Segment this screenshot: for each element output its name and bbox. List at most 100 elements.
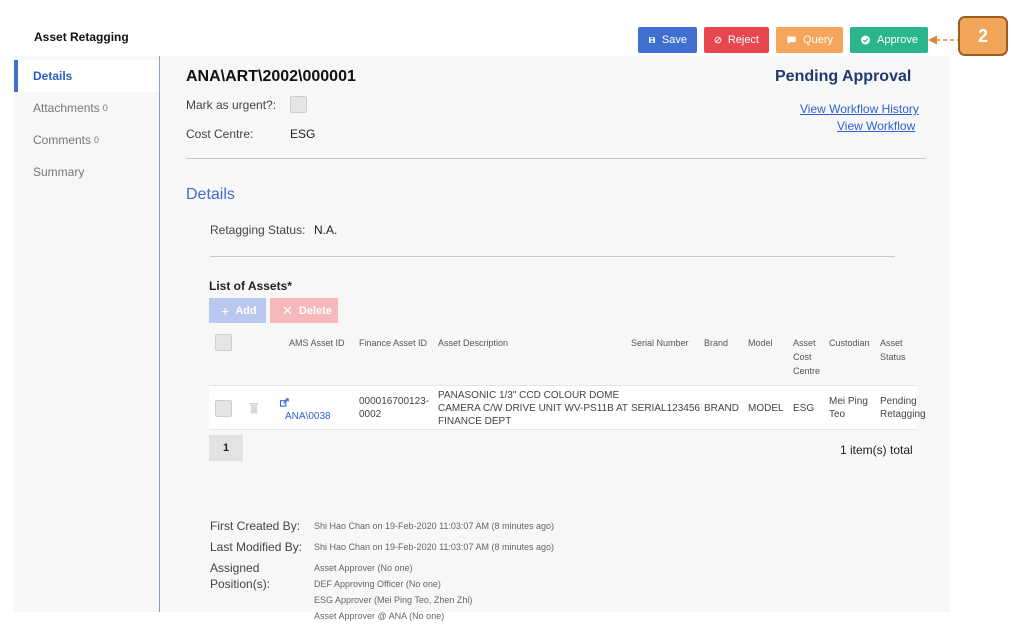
- sidebar-item-label: Details: [33, 69, 73, 83]
- reject-button-label: Reject: [727, 34, 759, 46]
- step-number: 2: [977, 25, 988, 46]
- sidebar-item-label: Summary: [33, 165, 85, 179]
- first-created-value: Shi Hao Chan on 19-Feb-2020 11:03:07 AM …: [314, 521, 554, 531]
- list-of-assets-title: List of Assets*: [209, 279, 292, 293]
- model-cell: MODEL: [748, 403, 784, 414]
- approve-button-label: Approve: [877, 34, 918, 46]
- column-header-line: Cost: [793, 352, 812, 362]
- top-bar: Asset Retagging Save Reject Query Approv…: [14, 20, 950, 56]
- finance-asset-id-cell: 000016700123- 0002: [359, 395, 429, 421]
- brand-cell: BRAND: [704, 403, 740, 414]
- column-header-ams-id[interactable]: AMS Asset ID: [289, 336, 345, 350]
- divider: [210, 256, 895, 257]
- pagination-page-1[interactable]: 1: [209, 435, 243, 461]
- column-header-line: Asset: [793, 338, 816, 348]
- delete-button-label: Delete: [298, 304, 332, 317]
- details-section-title: Details: [186, 186, 235, 203]
- add-asset-button[interactable]: + Add: [209, 298, 266, 323]
- reject-button[interactable]: Reject: [704, 27, 769, 53]
- main-content: ANA\ART\2002\000001 Pending Approval Vie…: [160, 56, 950, 621]
- view-workflow-link[interactable]: View Workflow: [837, 119, 915, 133]
- column-header-custodian[interactable]: Custodian: [829, 336, 870, 350]
- cell-line: Pending: [880, 396, 917, 407]
- status-badge: Pending Approval: [775, 68, 912, 85]
- cost-centre-cell: ESG: [793, 403, 815, 414]
- column-header-status[interactable]: Asset Status: [880, 336, 906, 364]
- retagging-status-value: N.A.: [314, 223, 338, 237]
- save-button[interactable]: Save: [638, 27, 697, 53]
- sidebar-item-comments[interactable]: Comments 0: [14, 124, 159, 156]
- page-title: ANA\ART\2002\000001: [186, 68, 356, 85]
- cost-centre-label: Cost Centre:: [186, 127, 254, 141]
- cell-line: CAMERA C/W DRIVE UNIT WV-PS11B AT: [438, 403, 629, 414]
- query-button-label: Query: [803, 34, 833, 46]
- assigned-positions-label: Assigned Position(s):: [210, 560, 270, 592]
- assigned-position-item: ESG Approver (Mei Ping Teo, Zhen Zhi): [314, 595, 473, 605]
- last-modified-label: Last Modified By:: [210, 540, 303, 554]
- step-callout: 2: [958, 16, 1008, 56]
- approve-button[interactable]: Approve: [850, 27, 928, 53]
- floppy-disk-icon: [648, 37, 655, 43]
- cell-line: Teo: [829, 409, 846, 420]
- column-header-serial[interactable]: Serial Number: [631, 336, 689, 350]
- serial-number-cell: SERIAL123456: [631, 403, 700, 414]
- trash-icon[interactable]: [249, 401, 259, 414]
- add-button-label: Add: [235, 304, 257, 317]
- app-title: Asset Retagging: [34, 30, 129, 44]
- column-header-line: Asset: [880, 338, 903, 348]
- asset-status-cell: Pending Retagging: [880, 395, 926, 421]
- items-total: 1 item(s) total: [840, 443, 913, 457]
- query-button[interactable]: Query: [776, 27, 843, 53]
- sidebar-item-summary[interactable]: Summary: [14, 156, 159, 188]
- urgent-label: Mark as urgent?:: [186, 98, 277, 112]
- sidebar-item-details[interactable]: Details: [14, 60, 159, 92]
- cell-line: 0002: [359, 409, 382, 420]
- column-header-brand[interactable]: Brand: [704, 336, 728, 350]
- select-all-checkbox[interactable]: [215, 334, 232, 351]
- table-row: ANA\0038 000016700123- 0002 PANASONIC 1/…: [209, 385, 926, 430]
- retagging-status-label: Retagging Status:: [210, 223, 306, 237]
- sidebar: Details Attachments 0 Comments 0 Summary: [14, 56, 160, 612]
- divider: [186, 158, 926, 159]
- sidebar-item-label: Comments: [33, 133, 92, 147]
- column-header-line: Centre: [793, 366, 821, 376]
- attachments-count: 0: [102, 103, 108, 113]
- delete-asset-button[interactable]: ✕ Delete: [270, 298, 338, 323]
- cell-line: Mei Ping: [829, 396, 868, 407]
- column-header-cost-centre[interactable]: Asset Cost Centre: [793, 336, 820, 378]
- assigned-position-item: Asset Approver (No one): [314, 563, 413, 573]
- sidebar-item-attachments[interactable]: Attachments 0: [14, 92, 159, 124]
- callout-arrow-icon: [928, 35, 959, 45]
- cell-line: 000016700123-: [359, 396, 430, 407]
- urgent-checkbox[interactable]: [290, 96, 307, 113]
- app-window: Asset Retagging Save Reject Query Approv…: [14, 20, 950, 621]
- custodian-cell: Mei Ping Teo: [829, 395, 868, 421]
- speech-bubble-icon: [787, 36, 796, 45]
- prohibited-icon: [714, 36, 722, 44]
- cell-line: PANASONIC 1/3" CCD COLOUR DOME: [438, 390, 620, 401]
- view-workflow-history-link[interactable]: View Workflow History: [800, 102, 919, 116]
- sidebar-item-label: Attachments: [33, 101, 100, 115]
- column-header-description[interactable]: Asset Description: [438, 336, 508, 350]
- cell-line: Retagging: [880, 409, 926, 420]
- label-line: Assigned: [210, 561, 260, 575]
- plus-icon: +: [221, 302, 230, 319]
- ams-asset-id-link[interactable]: ANA\0038: [285, 410, 331, 423]
- last-modified-value: Shi Hao Chan on 19-Feb-2020 11:03:07 AM …: [314, 542, 554, 552]
- external-link-icon[interactable]: [280, 398, 289, 407]
- check-circle-icon: [861, 35, 870, 45]
- comments-count: 0: [94, 135, 100, 145]
- label-line: Position(s):: [210, 577, 271, 591]
- asset-description-cell: PANASONIC 1/3" CCD COLOUR DOME CAMERA C/…: [438, 389, 628, 428]
- first-created-label: First Created By:: [210, 519, 301, 533]
- assigned-position-item: Asset Approver @ ANA (No one): [314, 611, 445, 621]
- column-header-model[interactable]: Model: [748, 336, 773, 350]
- save-button-label: Save: [661, 34, 687, 46]
- column-header-line: Status: [880, 352, 906, 362]
- cell-line: FINANCE DEPT: [438, 416, 512, 427]
- row-checkbox[interactable]: [215, 400, 232, 417]
- close-icon: ✕: [282, 302, 293, 318]
- assigned-position-item: DEF Approving Officer (No one): [314, 579, 441, 589]
- cost-centre-value: ESG: [290, 127, 316, 141]
- column-header-finance-id[interactable]: Finance Asset ID: [359, 336, 427, 350]
